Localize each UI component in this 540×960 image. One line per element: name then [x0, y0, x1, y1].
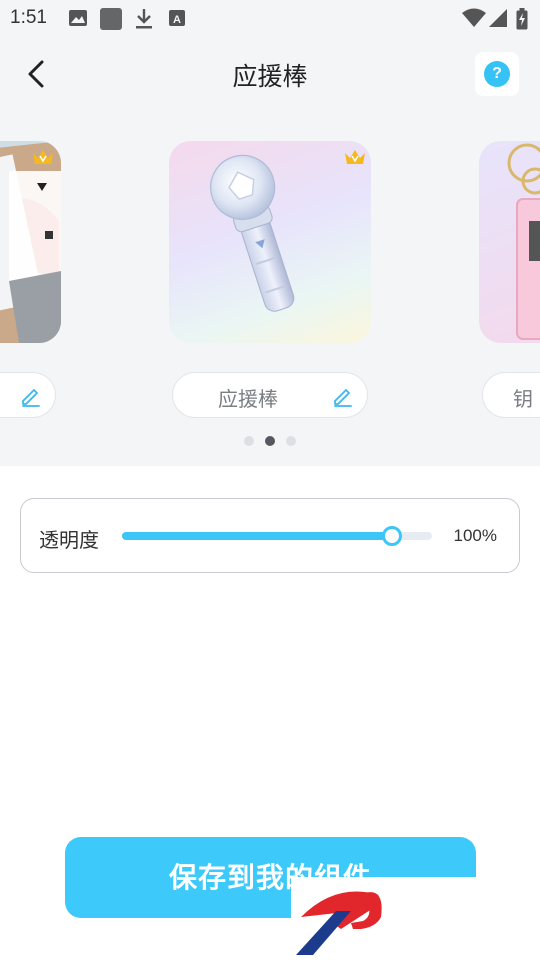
page-dot [286, 436, 296, 446]
status-time: 1:51 [10, 7, 47, 28]
opacity-panel: 透明度 100% [20, 498, 520, 573]
photo-collage-image [0, 141, 61, 343]
help-button[interactable]: ? [475, 52, 519, 96]
widget-style-carousel[interactable]: 应援棒 钥 [0, 112, 540, 466]
light-stick-image [210, 154, 295, 312]
page-dot-active [265, 436, 275, 446]
page-title: 应援棒 [232, 62, 308, 91]
watermark-logo [291, 877, 476, 960]
crown-premium-icon [345, 150, 365, 164]
opacity-slider-thumb[interactable] [382, 526, 402, 546]
watermark-logo-image [296, 891, 382, 955]
carousel-card-keychain[interactable] [479, 141, 540, 343]
wifi-icon [462, 8, 486, 27]
opacity-slider[interactable] [122, 526, 432, 546]
carousel-page-indicator [0, 436, 540, 446]
pencil-edit-icon[interactable] [19, 384, 43, 408]
question-mark-icon: ? [484, 61, 510, 87]
battery-charging-icon [516, 8, 528, 30]
svg-text:A: A [173, 14, 181, 26]
opacity-value: 100% [453, 526, 497, 545]
opacity-label: 透明度 [39, 528, 99, 552]
carousel-card-photo[interactable] [0, 141, 61, 343]
status-bar: 1:51 A [0, 0, 540, 36]
carousel-name-pill[interactable]: 钥 [482, 372, 540, 418]
page-dot [244, 436, 254, 446]
carousel-item-label: 应援棒 [218, 387, 278, 411]
carousel-name-pill[interactable]: 应援棒 [172, 372, 368, 418]
header: 应援棒 ? [0, 36, 540, 112]
download-icon [136, 9, 152, 29]
keychain-image [507, 143, 540, 340]
crown-premium-icon [33, 150, 53, 164]
square-app-icon [100, 8, 122, 30]
pencil-edit-icon[interactable] [331, 384, 355, 408]
image-icon [69, 10, 87, 26]
carousel-item-label: 钥 [513, 387, 533, 411]
cellular-signal-icon [489, 9, 507, 27]
font-a-icon: A [169, 10, 185, 26]
carousel-card-light-stick[interactable] [169, 141, 371, 343]
carousel-name-pill[interactable] [0, 372, 56, 418]
opacity-slider-fill [122, 532, 392, 540]
